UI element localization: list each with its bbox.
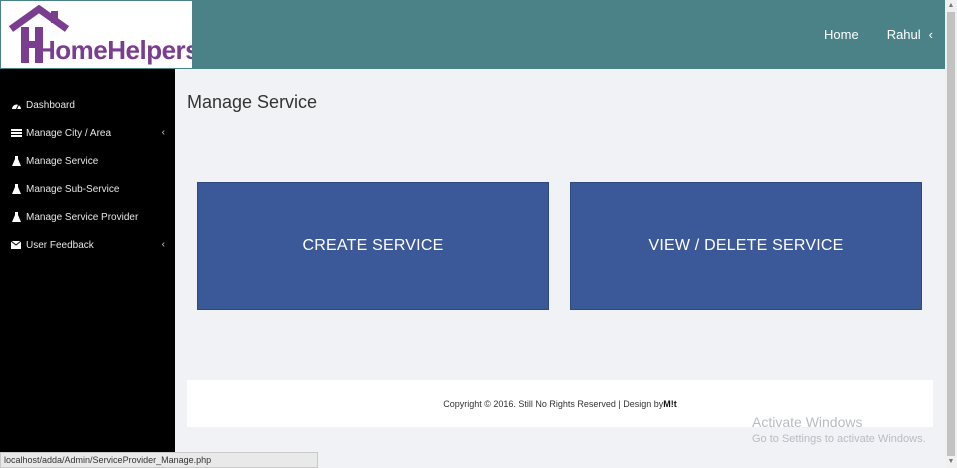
sidebar-item-label: User Feedback: [26, 239, 94, 251]
scrollbar-thumb[interactable]: [947, 12, 955, 456]
footer-designer: M!t: [663, 398, 677, 409]
top-header: HomeHelpers Home Rahul ‹: [0, 0, 945, 69]
watermark-title: Activate Windows: [752, 414, 863, 430]
top-nav: Home Rahul ‹: [824, 0, 933, 69]
sidebar-item-dashboard[interactable]: Dashboard: [0, 91, 175, 119]
page-title: Manage Service: [187, 92, 318, 112]
sidebar-item-user-feedback[interactable]: User Feedback ‹: [0, 231, 175, 259]
sidebar: Dashboard Manage City / Area ‹ Manage Se…: [0, 69, 175, 468]
flask-icon: [10, 212, 22, 222]
footer-copyright: Copyright © 2016. Still No Rights Reserv…: [443, 398, 664, 409]
sidebar-item-label: Dashboard: [26, 99, 75, 111]
dashboard-icon: [10, 101, 22, 110]
status-bar-url: localhost/adda/Admin/ServiceProvider_Man…: [0, 452, 318, 468]
scroll-down-arrow-icon[interactable]: ▼: [947, 458, 955, 466]
logo[interactable]: HomeHelpers: [1, 1, 192, 68]
user-name: Rahul: [886, 27, 921, 42]
create-service-button[interactable]: CREATE SERVICE: [197, 182, 549, 310]
envelope-icon: [10, 241, 22, 249]
sidebar-item-label: Manage Service Provider: [26, 211, 139, 223]
sidebar-item-label: Manage Sub-Service: [26, 183, 120, 195]
vertical-scrollbar[interactable]: ▲ ▼: [945, 0, 957, 468]
sidebar-item-manage-service[interactable]: Manage Service: [0, 147, 175, 175]
nav-home-link[interactable]: Home: [824, 27, 859, 42]
sidebar-item-sub-service[interactable]: Manage Sub-Service: [0, 175, 175, 203]
scroll-up-arrow-icon[interactable]: ▲: [947, 2, 955, 10]
chevron-left-icon: ‹: [161, 127, 165, 138]
sidebar-item-service-provider[interactable]: Manage Service Provider: [0, 203, 175, 231]
sidebar-item-label: Manage Service: [26, 155, 99, 167]
view-delete-service-button[interactable]: VIEW / DELETE SERVICE: [570, 182, 922, 310]
sidebar-item-city-area[interactable]: Manage City / Area ‹: [0, 119, 175, 147]
activate-windows-watermark: Activate Windows Go to Settings to activ…: [752, 414, 926, 445]
main-content: Manage Service CREATE SERVICE VIEW / DEL…: [175, 69, 945, 453]
chevron-left-icon: ‹: [928, 27, 933, 42]
flask-icon: [10, 184, 22, 194]
list-icon: [10, 129, 22, 137]
sidebar-item-label: Manage City / Area: [26, 127, 112, 139]
logo-text: HomeHelpers: [37, 35, 192, 65]
user-menu[interactable]: Rahul ‹: [887, 27, 933, 42]
watermark-subtitle: Go to Settings to activate Windows.: [752, 433, 926, 445]
chevron-left-icon: ‹: [161, 239, 165, 250]
flask-icon: [10, 156, 22, 166]
